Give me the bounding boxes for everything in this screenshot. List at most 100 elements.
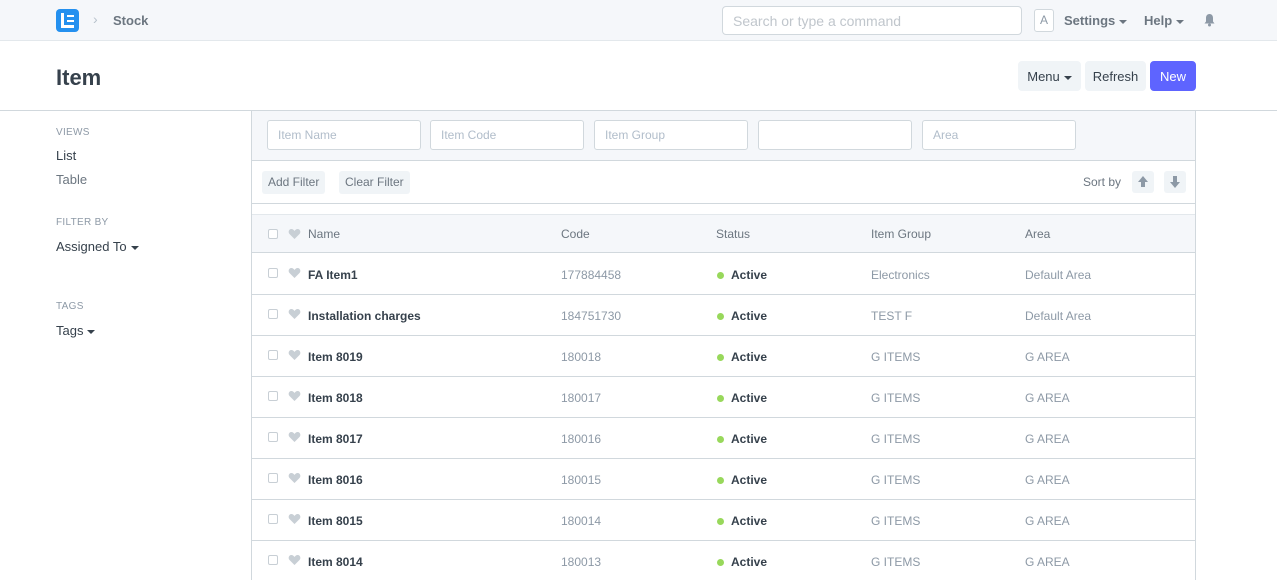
heart-icon[interactable]	[288, 390, 301, 402]
sort-descending-button[interactable]	[1164, 171, 1186, 193]
heart-icon[interactable]	[288, 349, 301, 361]
column-code[interactable]: Code	[561, 227, 590, 241]
item-area: G AREA	[1025, 555, 1070, 569]
item-code: 180013	[561, 555, 602, 569]
blank-filter[interactable]	[758, 120, 912, 150]
caret-down-icon	[1063, 75, 1072, 80]
sidebar-item-table[interactable]: Table	[56, 172, 87, 187]
status-badge[interactable]: Active	[731, 514, 767, 528]
filter-bar: Add Filter Clear Filter Sort by	[252, 161, 1195, 204]
item-name-link[interactable]: Installation charges	[308, 309, 421, 323]
row-checkbox[interactable]	[268, 514, 278, 524]
status-badge[interactable]: Active	[731, 432, 767, 446]
heart-icon[interactable]	[288, 308, 301, 320]
table-row[interactable]: Installation charges 184751730 Active TEST …	[252, 295, 1195, 336]
item-name-link[interactable]: Item 8015	[308, 514, 363, 528]
row-checkbox[interactable]	[268, 391, 278, 401]
status-dot-icon	[717, 272, 724, 279]
item-name-filter[interactable]	[267, 120, 421, 150]
item-name-link[interactable]: Item 8018	[308, 391, 363, 405]
heart-icon[interactable]	[288, 267, 301, 279]
table-row[interactable]: Item 8014 180013 Active G ITEMS G AREA	[252, 541, 1195, 580]
views-heading: VIEWS	[56, 127, 90, 138]
row-checkbox[interactable]	[268, 555, 278, 565]
status-badge[interactable]: Active	[731, 555, 767, 569]
select-all-checkbox[interactable]	[268, 229, 278, 239]
caret-down-icon	[1119, 19, 1128, 24]
item-name-link[interactable]: Item 8017	[308, 432, 363, 446]
table-row[interactable]: Item 8019 180018 Active G ITEMS G AREA	[252, 336, 1195, 377]
search-input[interactable]	[722, 6, 1022, 35]
status-dot-icon	[717, 436, 724, 443]
settings-label: Settings	[1064, 13, 1116, 28]
avatar[interactable]: A	[1034, 9, 1054, 32]
heart-icon[interactable]	[288, 228, 301, 240]
assigned-to-dropdown[interactable]: Assigned To	[56, 239, 139, 254]
item-group-filter[interactable]	[594, 120, 748, 150]
row-checkbox[interactable]	[268, 309, 278, 319]
status-dot-icon	[717, 477, 724, 484]
app-logo-icon[interactable]	[56, 9, 79, 32]
status-dot-icon	[717, 559, 724, 566]
item-group: G ITEMS	[871, 473, 921, 487]
column-name[interactable]: Name	[308, 227, 340, 241]
list-frame: Add Filter Clear Filter Sort by Name Cod…	[251, 111, 1196, 580]
status-badge[interactable]: Active	[731, 309, 767, 323]
new-button[interactable]: New	[1150, 61, 1196, 91]
item-area: Default Area	[1025, 309, 1092, 323]
heart-icon[interactable]	[288, 513, 301, 525]
table-row[interactable]: FA Item1 177884458 Active Electronics Defaul…	[252, 254, 1195, 295]
navbar: › Stock A Settings Help	[0, 0, 1277, 41]
status-dot-icon	[717, 354, 724, 361]
column-status[interactable]: Status	[716, 227, 750, 241]
item-name-link[interactable]: Item 8014	[308, 555, 363, 569]
table-row[interactable]: Item 8018 180017 Active G ITEMS G AREA	[252, 377, 1195, 418]
sort-ascending-button[interactable]	[1132, 171, 1154, 193]
bell-icon[interactable]	[1203, 13, 1216, 27]
item-area: G AREA	[1025, 514, 1070, 528]
menu-button[interactable]: Menu	[1018, 61, 1081, 91]
table-row[interactable]: Item 8015 180014 Active G ITEMS G AREA	[252, 500, 1195, 541]
item-area: G AREA	[1025, 432, 1070, 446]
status-badge[interactable]: Active	[731, 268, 767, 282]
item-group: G ITEMS	[871, 555, 921, 569]
filter-by-heading: FILTER BY	[56, 217, 109, 228]
item-area: G AREA	[1025, 391, 1070, 405]
item-group: TEST F	[871, 309, 913, 323]
item-code: 180015	[561, 473, 602, 487]
tags-dropdown[interactable]: Tags	[56, 323, 96, 338]
clear-filter-button[interactable]: Clear Filter	[339, 171, 410, 194]
item-name-link[interactable]: Item 8019	[308, 350, 363, 364]
heart-icon[interactable]	[288, 472, 301, 484]
refresh-button[interactable]: Refresh	[1085, 61, 1146, 91]
heart-icon[interactable]	[288, 554, 301, 566]
status-badge[interactable]: Active	[731, 350, 767, 364]
table-row[interactable]: Item 8017 180016 Active G ITEMS G AREA	[252, 418, 1195, 459]
add-filter-button[interactable]: Add Filter	[262, 171, 326, 194]
status-badge[interactable]: Active	[731, 391, 767, 405]
help-dropdown[interactable]: Help	[1144, 13, 1185, 28]
sort-by-label[interactable]: Sort by	[1083, 175, 1121, 189]
area-filter[interactable]	[922, 120, 1076, 150]
sidebar-item-list[interactable]: List	[56, 148, 76, 163]
table-row[interactable]: Item 8016 180015 Active G ITEMS G AREA	[252, 459, 1195, 500]
row-checkbox[interactable]	[268, 473, 278, 483]
heart-icon[interactable]	[288, 431, 301, 443]
caret-down-icon	[1176, 19, 1185, 24]
column-area[interactable]: Area	[1025, 227, 1050, 241]
status-badge[interactable]: Active	[731, 473, 767, 487]
item-name-link[interactable]: FA Item1	[308, 268, 358, 282]
assigned-to-label: Assigned To	[56, 239, 127, 254]
item-area: G AREA	[1025, 350, 1070, 364]
item-name-link[interactable]: Item 8016	[308, 473, 363, 487]
item-area: Default Area	[1025, 268, 1092, 282]
item-code: 180017	[561, 391, 602, 405]
item-code-filter[interactable]	[430, 120, 584, 150]
tags-label: Tags	[56, 323, 84, 338]
row-checkbox[interactable]	[268, 350, 278, 360]
settings-dropdown[interactable]: Settings	[1064, 13, 1128, 28]
row-checkbox[interactable]	[268, 432, 278, 442]
breadcrumb-stock[interactable]: Stock	[113, 13, 148, 28]
column-item-group[interactable]: Item Group	[871, 227, 931, 241]
row-checkbox[interactable]	[268, 268, 278, 278]
